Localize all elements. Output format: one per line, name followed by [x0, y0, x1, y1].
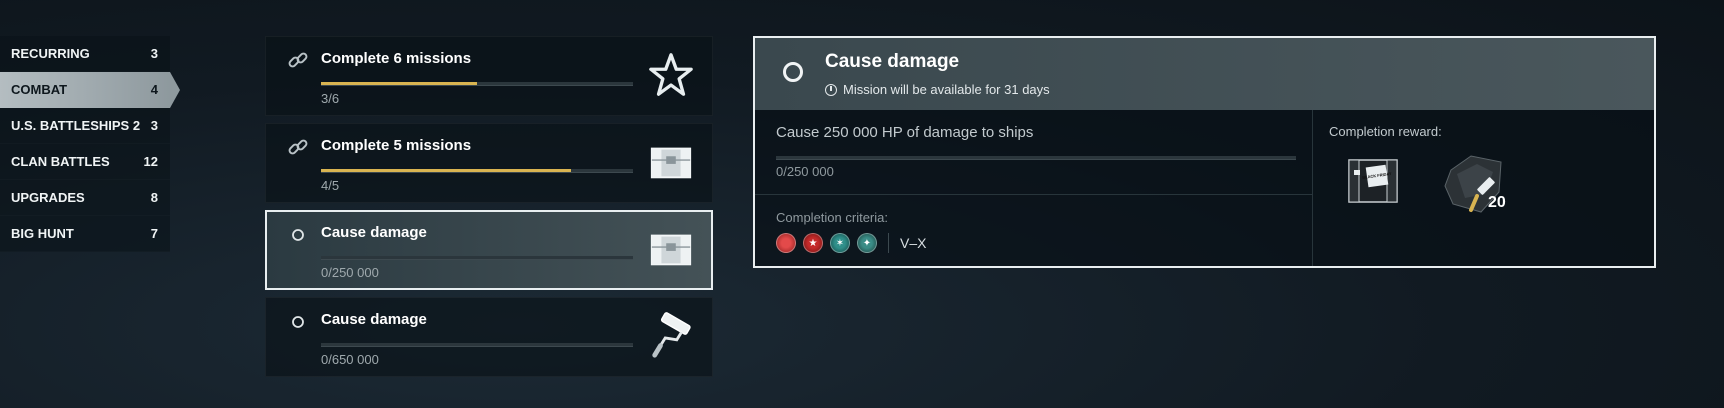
sidebar-item-recurring[interactable]: RECURRING 3 [0, 36, 170, 72]
mission-task-section: Cause 250 000 HP of damage to ships 0/25… [755, 110, 1313, 266]
sidebar-item-count: 8 [150, 190, 158, 205]
japan-flag-icon [776, 233, 796, 253]
mission-detail-progress-text: 0/250 000 [776, 164, 834, 179]
ussr-flag-icon: ★ [803, 233, 823, 253]
container-icon [650, 234, 692, 266]
sidebar-item-count: 3 [150, 118, 158, 133]
mission-progress-bar [321, 256, 633, 260]
star-icon [649, 53, 693, 96]
mission-progress-bar [321, 82, 633, 86]
sidebar-item-count: 3 [150, 46, 158, 61]
sidebar-item-big-hunt[interactable]: BIG HUNT 7 [0, 216, 170, 252]
chain-link-icon [288, 139, 308, 155]
mission-card[interactable]: Complete 6 missions 3/6 [265, 36, 713, 116]
sidebar-item-label: U.S. BATTLESHIPS 2 [11, 118, 141, 133]
sidebar-item-clan-battles[interactable]: CLAN BATTLES 12 [0, 144, 170, 180]
sidebar-item-label: RECURRING [11, 46, 90, 61]
mission-title: Cause damage [321, 311, 427, 328]
sidebar-item-label: CLAN BATTLES [11, 154, 110, 169]
radio-circle-icon [783, 62, 803, 82]
mission-detail-header: Cause damage Mission will be available f… [755, 38, 1654, 110]
sidebar-item-count: 12 [143, 154, 158, 169]
chain-link-icon [288, 52, 308, 68]
mission-progress-text: 4/5 [321, 178, 340, 193]
paint-roller-icon [652, 312, 691, 358]
mission-title: Cause damage [321, 224, 427, 241]
black-friday-container-icon[interactable]: BLACK FRIDAY [1345, 152, 1405, 208]
mission-card[interactable]: Cause damage 0/650 000 [265, 297, 713, 377]
sidebar-item-us-battleships-2[interactable]: U.S. BATTLESHIPS 2 3 [0, 108, 170, 144]
availability-text: Mission will be available for 31 days [843, 82, 1050, 97]
sidebar-item-label: UPGRADES [11, 190, 85, 205]
mission-card-selected[interactable]: Cause damage 0/250 000 [265, 210, 713, 290]
reward-label: Completion reward: [1329, 124, 1442, 139]
mission-categories-sidebar: RECURRING 3 COMBAT 4 U.S. BATTLESHIPS 2 … [0, 36, 180, 252]
radio-circle-icon [292, 316, 304, 328]
tier-range: V–X [900, 235, 927, 251]
sidebar-item-count: 7 [150, 226, 158, 241]
mission-progress-text: 0/650 000 [321, 352, 379, 367]
mission-card[interactable]: Complete 5 missions 4/5 [265, 123, 713, 203]
divider [888, 233, 889, 253]
mission-detail-progress-bar [776, 156, 1296, 160]
criteria-list: ★ ✶ ✦ V–X [776, 233, 926, 253]
sidebar-item-label: COMBAT [11, 82, 68, 97]
mission-availability: Mission will be available for 31 days [825, 82, 1050, 97]
mission-progress-bar [321, 169, 633, 173]
sidebar-item-combat[interactable]: COMBAT 4 [0, 72, 180, 108]
pan-asia-flag-icon: ✶ [830, 233, 850, 253]
sidebar-item-label: BIG HUNT [11, 226, 74, 241]
mission-detail-title: Cause damage [825, 51, 960, 72]
mission-title: Complete 5 missions [321, 137, 472, 154]
reward-section: Completion reward: BLACK FRIDAY 20 [1313, 110, 1654, 266]
sidebar-item-upgrades[interactable]: UPGRADES 8 [0, 180, 170, 216]
criteria-label: Completion criteria: [776, 210, 888, 225]
mission-progress-bar [321, 343, 633, 347]
commonwealth-flag-icon: ✦ [857, 233, 877, 253]
mission-title: Complete 6 missions [321, 50, 472, 67]
mission-progress-text: 0/250 000 [321, 265, 379, 280]
radio-circle-icon [292, 229, 304, 241]
clock-icon [825, 83, 837, 96]
reward-quantity: 20 [1488, 194, 1506, 211]
mission-progress-text: 3/6 [321, 91, 340, 106]
mission-task-text: Cause 250 000 HP of damage to ships [776, 124, 1034, 141]
sidebar-item-count: 4 [150, 82, 158, 97]
divider [755, 194, 1312, 195]
container-icon [650, 147, 692, 179]
mission-detail-panel: Cause damage Mission will be available f… [753, 36, 1656, 268]
